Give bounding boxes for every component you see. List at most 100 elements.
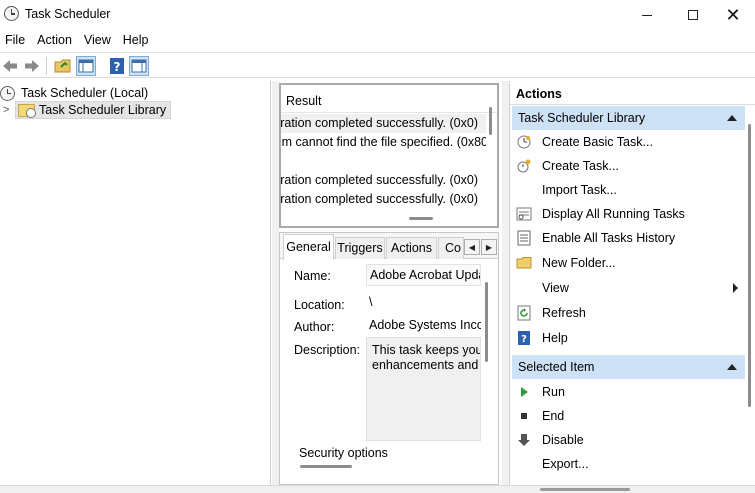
horizontal-scrollbar[interactable] [300,465,352,468]
show-hide-action-pane-button[interactable] [129,56,149,76]
menu-action[interactable]: Action [31,30,78,50]
table-row[interactable]: ration completed successfully. (0x0) [281,114,486,133]
action-label: Help [542,330,568,345]
task-list[interactable]: Result ration completed successfully. (0… [279,83,499,228]
import-icon [516,182,532,198]
tab-triggers[interactable]: Triggers [335,237,385,259]
action-label: Run [542,384,565,399]
name-label: Name: [294,269,331,283]
collapse-triangle-icon[interactable] [727,115,737,121]
tab-general[interactable]: General [283,234,334,260]
action-export[interactable]: Export... [514,452,740,475]
folder-icon [54,59,71,73]
location-label: Location: [294,298,345,312]
triangle-right-icon: ▶ [485,242,493,252]
pane-splitter[interactable] [272,81,279,485]
tree-item-selected[interactable]: Task Scheduler Library [15,101,172,119]
task-details: General Triggers Actions Co ◀ ▶ Name: Ad… [279,232,499,485]
action-label: New Folder... [542,255,616,270]
play-icon [516,384,532,400]
tab-scroll-left-button[interactable]: ◀ [464,239,480,255]
horizontal-scrollbar[interactable] [540,488,630,491]
show-hide-console-tree-button[interactable] [76,56,96,76]
tree-item-task-scheduler-local[interactable]: Task Scheduler (Local) [0,84,148,102]
action-end[interactable]: End [514,404,740,427]
section-label: Selected Item [518,360,595,374]
pane-splitter[interactable] [502,81,509,485]
result-cell: ration completed successfully. (0x0) [281,116,478,130]
action-label: Refresh [542,305,586,320]
stop-icon [516,408,532,424]
chevron-right-icon[interactable]: > [3,104,15,116]
tree-item-label: Task Scheduler (Local) [21,86,149,100]
result-cell: ration completed successfully. (0x0) [281,173,478,187]
name-field[interactable]: Adobe Acrobat Upda [366,264,481,286]
table-row[interactable]: em cannot find the file specified. (0x80 [281,133,486,152]
action-help[interactable]: ? Help [514,326,740,349]
clock-icon [0,85,15,101]
actions-header: Actions [510,81,755,105]
close-button[interactable]: ✕ [710,0,755,30]
close-icon: ✕ [725,4,741,25]
help-button[interactable]: ? [107,56,127,76]
tree-item-label: Task Scheduler Library [39,103,167,117]
title-bar: Task Scheduler ✕ [0,0,755,30]
action-import-task[interactable]: Import Task... [514,178,740,201]
action-enable-tasks-history[interactable]: Enable All Tasks History [514,226,740,249]
action-new-folder[interactable]: New Folder... [514,251,740,274]
column-header-result[interactable]: Result [281,85,497,113]
toolbar-separator [46,57,47,75]
description-field[interactable]: This task keeps your enhancements and s [366,337,481,441]
table-row[interactable] [281,152,486,171]
menu-bar: File Action View Help [0,30,755,50]
action-refresh[interactable]: Refresh [514,301,740,324]
submenu-arrow-icon [733,283,738,293]
table-row[interactable]: ration completed successfully. (0x0) [281,171,486,190]
author-label: Author: [294,320,335,334]
section-label: Task Scheduler Library [518,111,646,125]
tree-item-task-scheduler-library[interactable]: > Task Scheduler Library [3,101,172,119]
tab-actions[interactable]: Actions [386,237,437,259]
table-row[interactable]: ration completed successfully. (0x0) [281,190,486,209]
vertical-scrollbar[interactable] [489,107,492,135]
help-icon: ? [110,58,124,74]
triangle-left-icon: ◀ [468,242,476,252]
menu-view[interactable]: View [78,30,117,50]
section-selected-item[interactable]: Selected Item [512,355,745,379]
action-create-basic-task[interactable]: Create Basic Task... [514,130,740,153]
running-tasks-icon [516,206,532,222]
window-title: Task Scheduler [25,7,111,21]
vertical-scrollbar[interactable] [748,124,751,407]
tab-scroll-right-button[interactable]: ▶ [481,239,497,255]
show-hide-action-pane-icon [131,59,147,73]
status-bar [0,485,755,493]
collapse-triangle-icon[interactable] [727,364,737,370]
back-button[interactable] [0,56,20,76]
action-create-task[interactable]: Create Task... [514,154,740,177]
action-display-running-tasks[interactable]: Display All Running Tasks [514,202,740,225]
down-arrow-icon [516,432,532,448]
wizard-clock-icon [516,134,532,150]
security-options-heading: Security options [299,446,388,460]
location-field[interactable]: \ [366,292,481,314]
description-line: enhancements and s [372,358,481,372]
vertical-scrollbar[interactable] [485,282,488,362]
action-view[interactable]: View [514,276,740,299]
history-icon [516,230,532,246]
author-field[interactable]: Adobe Systems Incor [366,315,481,337]
section-task-scheduler-library[interactable]: Task Scheduler Library [512,106,745,130]
help-icon: ? [516,330,532,346]
forward-button[interactable] [22,56,42,76]
tab-conditions[interactable]: Co [438,237,464,259]
up-folder-button[interactable] [53,56,73,76]
horizontal-scrollbar[interactable] [409,217,433,220]
action-disable[interactable]: Disable [514,428,740,451]
minimize-button[interactable] [624,0,670,30]
menu-file[interactable]: File [0,30,31,50]
menu-help[interactable]: Help [117,30,155,50]
action-run[interactable]: Run [514,380,740,403]
action-label: Create Task... [542,158,619,173]
description-label: Description: [294,343,360,357]
view-icon [516,280,532,296]
console-tree[interactable]: Task Scheduler (Local) > Task Scheduler … [0,81,271,485]
